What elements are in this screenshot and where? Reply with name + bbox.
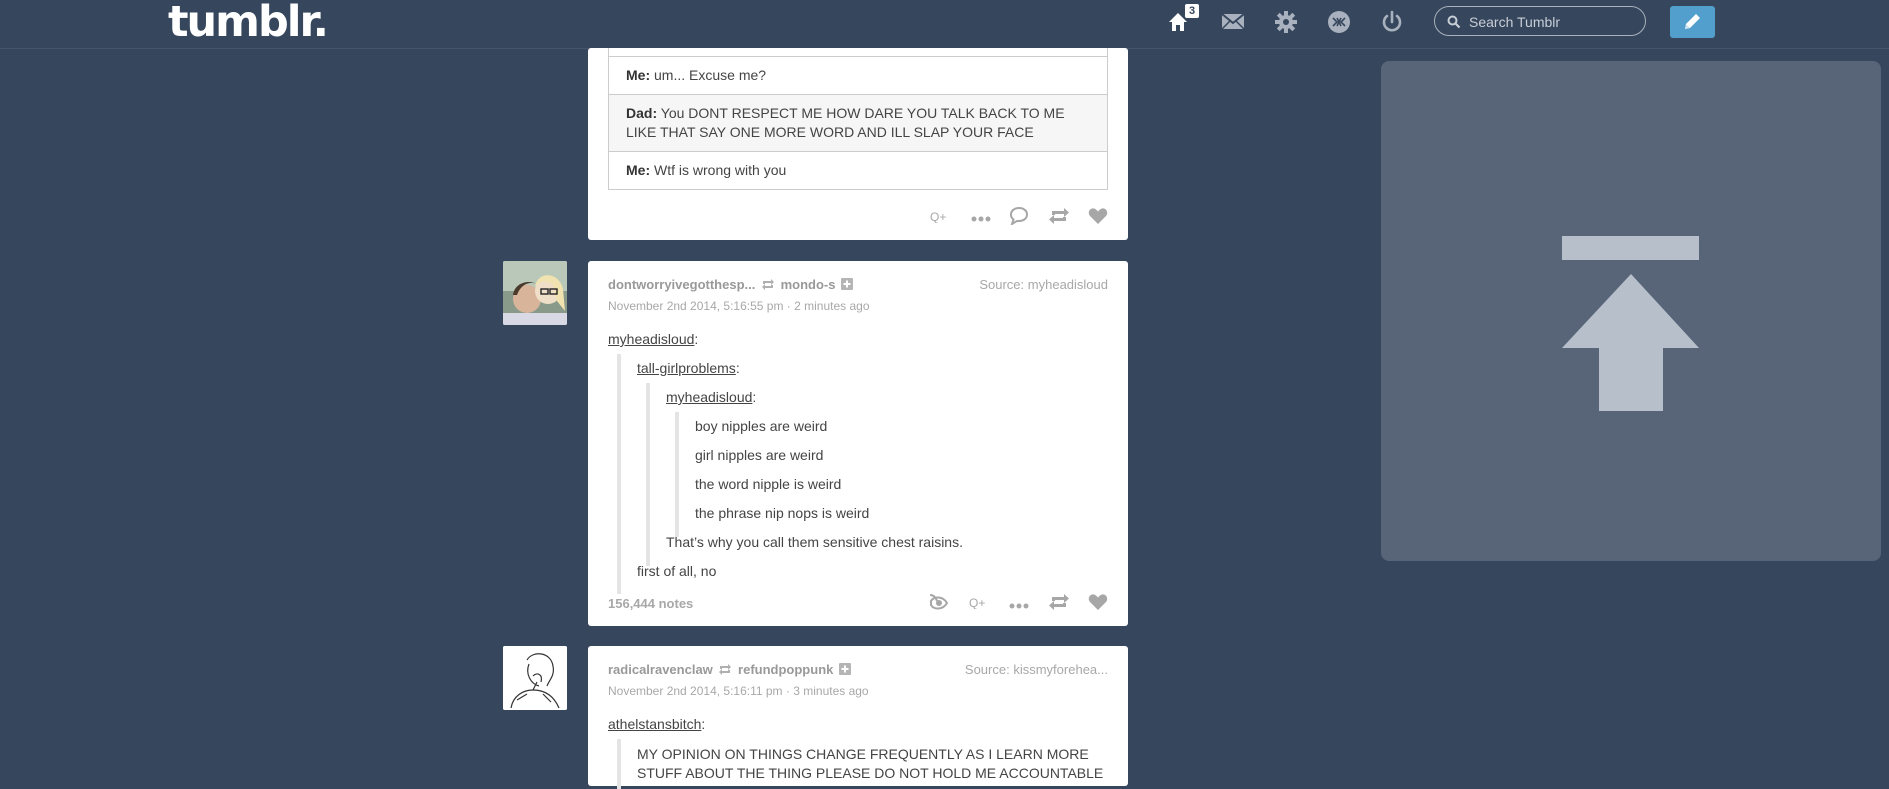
ellipsis-icon	[971, 216, 991, 222]
like-button[interactable]	[1088, 593, 1108, 616]
post-controls: Q+	[916, 206, 1108, 230]
heart-icon	[1088, 594, 1108, 610]
reply-button[interactable]	[1009, 206, 1029, 230]
like-button[interactable]	[1088, 207, 1108, 230]
quote-line: the phrase nip nops is weird	[695, 505, 870, 521]
reply-line: That’s why you call them sensitive chest…	[666, 534, 963, 550]
chat-speaker: Dad:	[626, 105, 658, 121]
blockquote-border	[617, 354, 621, 594]
power-icon	[1382, 10, 1402, 32]
post-source[interactable]: Source: kissmyforehea...	[965, 662, 1108, 677]
home-notification-badge: 3	[1185, 4, 1199, 18]
reblog-button[interactable]	[1048, 593, 1070, 616]
upload-arrow-icon	[1562, 236, 1699, 411]
chat-row: Me: Wtf is wrong with you	[609, 151, 1107, 189]
avatar-drawing	[503, 646, 567, 710]
chat-speaker: Me:	[626, 67, 651, 83]
post-header: dontworryivegotthesp... mondo-s	[608, 277, 854, 292]
quote-text: MY OPINION ON THINGS CHANGE FREQUENTLY A…	[637, 746, 1104, 781]
post-controls: Q+	[914, 592, 1108, 616]
blog-name-link[interactable]: radicalravenclaw	[608, 662, 713, 677]
blockquote-border	[646, 383, 650, 566]
reblogged-from-link[interactable]: mondo-s	[781, 277, 836, 292]
search-icon	[1447, 15, 1461, 29]
settings-button[interactable]	[1273, 10, 1301, 34]
more-options-button[interactable]	[1009, 596, 1029, 614]
svg-text:Q+: Q+	[930, 210, 946, 223]
reblog-user: athelstansbitch:	[608, 716, 706, 732]
more-options-button[interactable]	[971, 209, 991, 227]
reblog-icon	[1048, 207, 1069, 224]
queue-button[interactable]: Q+	[969, 595, 991, 614]
reblog-icon	[1048, 594, 1069, 610]
reblog-user: myheadisloud:	[608, 331, 699, 347]
source-label: Source:	[964, 662, 1010, 677]
home-button[interactable]: 3	[1166, 4, 1199, 34]
post-timestamp[interactable]: November 2nd 2014, 5:16:55 pm · 2 minute…	[608, 299, 870, 313]
gear-icon	[1275, 11, 1297, 33]
chat-speaker: Me:	[626, 162, 651, 178]
top-nav-bar: tumblr. 3	[0, 0, 1889, 49]
chat-text: Wtf is wrong with you	[654, 162, 787, 178]
queue-button[interactable]: Q+	[930, 209, 952, 228]
view-reblogs-button[interactable]	[928, 592, 950, 617]
notes-count[interactable]: 156,444 notes	[608, 596, 693, 611]
follow-plus-icon[interactable]	[841, 278, 854, 290]
inbox-button[interactable]	[1220, 10, 1248, 34]
source-link[interactable]: kissmyforehea...	[1013, 662, 1108, 677]
pencil-icon	[1685, 14, 1700, 29]
post-source[interactable]: Source: myheadisloud	[979, 277, 1108, 292]
reply-line: first of all, no	[637, 563, 717, 579]
speech-bubble-icon	[1010, 206, 1029, 227]
reblog-button[interactable]	[1048, 207, 1070, 230]
user-link[interactable]: athelstansbitch	[608, 716, 701, 732]
source-link[interactable]: myheadisloud	[1028, 277, 1108, 292]
queue-icon: Q+	[930, 210, 946, 224]
compose-post-button[interactable]	[1670, 6, 1715, 38]
heart-icon	[1088, 207, 1108, 224]
post-chat: Me: um... Excuse me? Dad: You DONT RESPE…	[588, 48, 1128, 240]
xkit-icon	[1328, 11, 1350, 33]
xkit-button[interactable]	[1326, 10, 1354, 34]
chat-text: um... Excuse me?	[654, 67, 767, 83]
tumblr-logo[interactable]: tumblr.	[168, 0, 329, 46]
mail-icon	[1221, 13, 1245, 30]
logout-button[interactable]	[1379, 10, 1407, 34]
search-input[interactable]	[1467, 11, 1641, 33]
blog-name-link[interactable]: dontworryivegotthesp...	[608, 277, 755, 292]
reblogged-from-link[interactable]: refundpoppunk	[738, 662, 833, 677]
chat-row: Dad: You DONT RESPECT ME HOW DARE YOU TA…	[609, 94, 1107, 151]
quote-line: boy nipples are weird	[695, 418, 828, 434]
post-timestamp[interactable]: November 2nd 2014, 5:16:11 pm · 3 minute…	[608, 684, 869, 698]
chat-row-partial	[609, 48, 1107, 57]
chat-row: Me: um... Excuse me?	[609, 57, 1107, 94]
svg-text:Q+: Q+	[969, 596, 985, 609]
reblog-user: tall-girlproblems:	[637, 360, 740, 376]
scroll-to-top-panel[interactable]	[1381, 61, 1881, 561]
queue-icon: Q+	[969, 596, 985, 610]
quote-line: girl nipples are weird	[695, 447, 824, 463]
reblog-arrow-icon	[761, 279, 774, 290]
blog-avatar[interactable]	[503, 261, 567, 325]
post-text-reblog: radicalravenclaw refundpoppunk Source: k…	[588, 646, 1128, 789]
ellipsis-icon	[1009, 603, 1029, 608]
avatar-photo	[503, 261, 567, 325]
post-text-reblog: dontworryivegotthesp... mondo-s Source: …	[588, 261, 1128, 626]
post-header: radicalravenclaw refundpoppunk	[608, 662, 851, 677]
reblog-arrow-icon	[719, 664, 732, 675]
chat-text: You DONT RESPECT ME HOW DARE YOU TALK BA…	[626, 105, 1065, 140]
blockquote-border	[675, 412, 679, 537]
follow-plus-icon[interactable]	[839, 663, 851, 675]
user-link[interactable]: myheadisloud	[666, 389, 752, 405]
search-box[interactable]	[1434, 6, 1646, 36]
chat-dialogue: Me: um... Excuse me? Dad: You DONT RESPE…	[608, 48, 1108, 190]
user-link[interactable]: myheadisloud	[608, 331, 694, 347]
quote-line: the word nipple is weird	[695, 476, 842, 492]
blockquote-border	[617, 739, 621, 789]
source-label: Source:	[979, 277, 1025, 292]
user-link[interactable]: tall-girlproblems	[637, 360, 736, 376]
reblog-user: myheadisloud:	[666, 389, 757, 405]
blog-avatar[interactable]	[503, 646, 567, 710]
eye-reblog-icon	[930, 594, 949, 610]
